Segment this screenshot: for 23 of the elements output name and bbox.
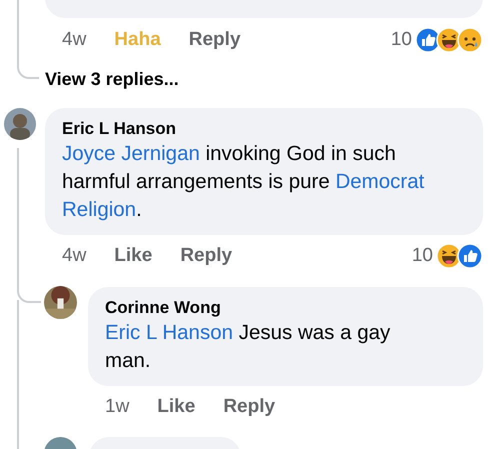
timestamp: 1w [105, 394, 130, 419]
author-name[interactable]: Eric L Hanson [62, 118, 467, 140]
author-name[interactable]: Corinne Wong [105, 297, 419, 319]
avatar[interactable] [44, 286, 77, 319]
mention-link[interactable]: Democrat [335, 170, 424, 193]
view-replies-link[interactable]: View 3 replies... [45, 66, 179, 93]
reaction-button[interactable]: Like [157, 392, 196, 422]
timestamp: 4w [62, 28, 86, 52]
reaction-count: 10 [390, 28, 412, 52]
mention-link[interactable]: Joyce Jernigan [62, 142, 200, 165]
reaction-button[interactable]: Like [114, 242, 152, 270]
timestamp: 4w [62, 244, 86, 268]
avatar[interactable] [4, 108, 36, 140]
thumbs-up-icon [457, 243, 483, 269]
mention-link[interactable]: Eric L Hanson [105, 321, 233, 344]
mention-link[interactable]: Religion [62, 198, 136, 221]
comment-text: Joyce Jernigan invoking God in such harmful arrangements is pure Democrat Religion. [62, 141, 426, 223]
reply-button[interactable]: Reply [188, 26, 241, 54]
sad-face-icon [457, 27, 483, 53]
comment-text: Eric L Hanson Jesus was a gay man. [105, 320, 392, 374]
reply-button[interactable]: Reply [223, 392, 276, 422]
reaction-count: 10 [412, 244, 433, 268]
reply-button[interactable]: Reply [180, 242, 232, 270]
